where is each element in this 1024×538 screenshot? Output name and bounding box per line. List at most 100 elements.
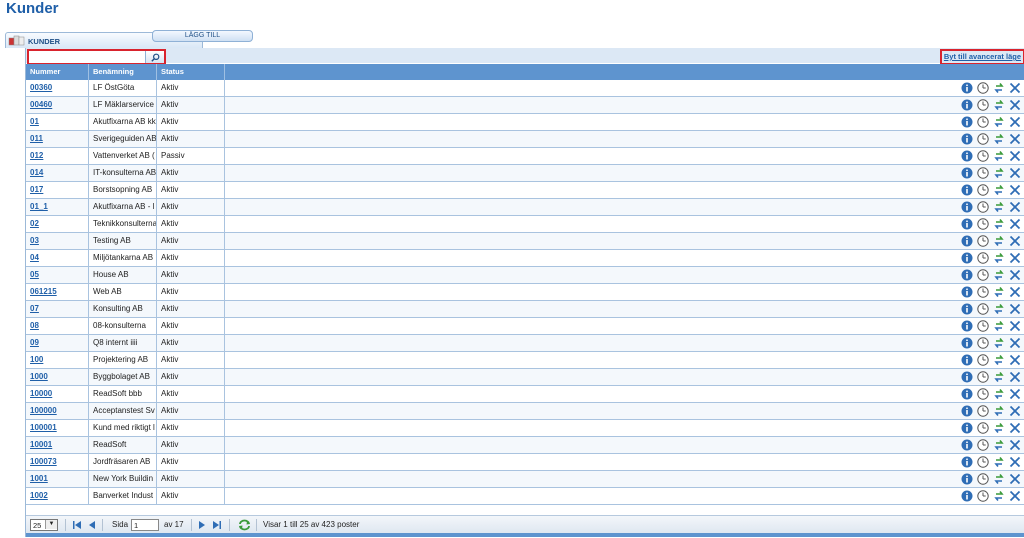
convert-icon[interactable] — [993, 320, 1005, 332]
delete-icon[interactable] — [1009, 167, 1021, 179]
search-button[interactable] — [145, 51, 164, 63]
info-icon[interactable] — [961, 439, 973, 451]
history-icon[interactable] — [977, 388, 989, 400]
customer-number-link[interactable]: 014 — [30, 168, 43, 177]
table-row[interactable]: 04 Miljötankarna AB Aktiv — [26, 250, 1024, 267]
info-icon[interactable] — [961, 388, 973, 400]
history-icon[interactable] — [977, 116, 989, 128]
convert-icon[interactable] — [993, 473, 1005, 485]
history-icon[interactable] — [977, 320, 989, 332]
convert-icon[interactable] — [993, 337, 1005, 349]
delete-icon[interactable] — [1009, 303, 1021, 315]
info-icon[interactable] — [961, 286, 973, 298]
delete-icon[interactable] — [1009, 490, 1021, 502]
history-icon[interactable] — [977, 371, 989, 383]
table-row[interactable]: 03 Testing AB Aktiv — [26, 233, 1024, 250]
delete-icon[interactable] — [1009, 235, 1021, 247]
info-icon[interactable] — [961, 82, 973, 94]
info-icon[interactable] — [961, 490, 973, 502]
table-row[interactable]: 100000 Acceptanstest Sv Aktiv — [26, 403, 1024, 420]
convert-icon[interactable] — [993, 422, 1005, 434]
info-icon[interactable] — [961, 201, 973, 213]
history-icon[interactable] — [977, 184, 989, 196]
info-icon[interactable] — [961, 320, 973, 332]
history-icon[interactable] — [977, 252, 989, 264]
history-icon[interactable] — [977, 337, 989, 349]
info-icon[interactable] — [961, 456, 973, 468]
table-row[interactable]: 10001 ReadSoft Aktiv — [26, 437, 1024, 454]
delete-icon[interactable] — [1009, 150, 1021, 162]
convert-icon[interactable] — [993, 490, 1005, 502]
history-icon[interactable] — [977, 269, 989, 281]
customer-number-link[interactable]: 01 — [30, 117, 39, 126]
customer-number-link[interactable]: 04 — [30, 253, 39, 262]
customer-number-link[interactable]: 100000 — [30, 406, 57, 415]
table-row[interactable]: 02 Teknikkonsulterna Aktiv — [26, 216, 1024, 233]
delete-icon[interactable] — [1009, 456, 1021, 468]
convert-icon[interactable] — [993, 99, 1005, 111]
delete-icon[interactable] — [1009, 252, 1021, 264]
customer-number-link[interactable]: 09 — [30, 338, 39, 347]
delete-icon[interactable] — [1009, 116, 1021, 128]
history-icon[interactable] — [977, 235, 989, 247]
table-row[interactable]: 1000 Byggbolaget AB Aktiv — [26, 369, 1024, 386]
info-icon[interactable] — [961, 422, 973, 434]
table-row[interactable]: 10000 ReadSoft bbb Aktiv — [26, 386, 1024, 403]
history-icon[interactable] — [977, 473, 989, 485]
table-row[interactable]: 100073 Jordfräsaren AB Aktiv — [26, 454, 1024, 471]
advanced-mode-link[interactable]: Byt till avancerat läge — [939, 49, 1024, 65]
history-icon[interactable] — [977, 82, 989, 94]
add-button[interactable]: LÄGG TILL — [152, 30, 253, 42]
info-icon[interactable] — [961, 167, 973, 179]
customer-number-link[interactable]: 00460 — [30, 100, 52, 109]
info-icon[interactable] — [961, 405, 973, 417]
info-icon[interactable] — [961, 337, 973, 349]
table-row[interactable]: 05 House AB Aktiv — [26, 267, 1024, 284]
convert-icon[interactable] — [993, 286, 1005, 298]
customer-number-link[interactable]: 061215 — [30, 287, 57, 296]
customer-number-link[interactable]: 100001 — [30, 423, 57, 432]
customer-number-link[interactable]: 017 — [30, 185, 43, 194]
info-icon[interactable] — [961, 150, 973, 162]
customer-number-link[interactable]: 011 — [30, 134, 43, 143]
history-icon[interactable] — [977, 150, 989, 162]
info-icon[interactable] — [961, 303, 973, 315]
column-header-name[interactable]: Benämning — [89, 64, 157, 80]
column-header-number[interactable]: Nummer — [26, 64, 89, 80]
delete-icon[interactable] — [1009, 184, 1021, 196]
info-icon[interactable] — [961, 252, 973, 264]
info-icon[interactable] — [961, 99, 973, 111]
history-icon[interactable] — [977, 405, 989, 417]
info-icon[interactable] — [961, 133, 973, 145]
info-icon[interactable] — [961, 473, 973, 485]
history-icon[interactable] — [977, 422, 989, 434]
search-input[interactable] — [29, 51, 149, 63]
customer-number-link[interactable]: 100073 — [30, 457, 57, 466]
delete-icon[interactable] — [1009, 388, 1021, 400]
customer-number-link[interactable]: 03 — [30, 236, 39, 245]
customer-number-link[interactable]: 07 — [30, 304, 39, 313]
convert-icon[interactable] — [993, 82, 1005, 94]
info-icon[interactable] — [961, 116, 973, 128]
info-icon[interactable] — [961, 218, 973, 230]
convert-icon[interactable] — [993, 133, 1005, 145]
delete-icon[interactable] — [1009, 405, 1021, 417]
customer-number-link[interactable]: 00360 — [30, 83, 52, 92]
table-row[interactable]: 017 Borstsopning AB Aktiv — [26, 182, 1024, 199]
history-icon[interactable] — [977, 167, 989, 179]
table-row[interactable]: 1002 Banverket Indust Aktiv — [26, 488, 1024, 505]
delete-icon[interactable] — [1009, 269, 1021, 281]
delete-icon[interactable] — [1009, 82, 1021, 94]
delete-icon[interactable] — [1009, 354, 1021, 366]
history-icon[interactable] — [977, 99, 989, 111]
history-icon[interactable] — [977, 490, 989, 502]
delete-icon[interactable] — [1009, 473, 1021, 485]
convert-icon[interactable] — [993, 405, 1005, 417]
table-row[interactable]: 09 Q8 internt iiii Aktiv — [26, 335, 1024, 352]
convert-icon[interactable] — [993, 235, 1005, 247]
table-row[interactable]: 1001 New York Buildin Aktiv — [26, 471, 1024, 488]
table-row[interactable]: 011 Sverigeguiden AB Aktiv — [26, 131, 1024, 148]
info-icon[interactable] — [961, 184, 973, 196]
delete-icon[interactable] — [1009, 201, 1021, 213]
delete-icon[interactable] — [1009, 218, 1021, 230]
